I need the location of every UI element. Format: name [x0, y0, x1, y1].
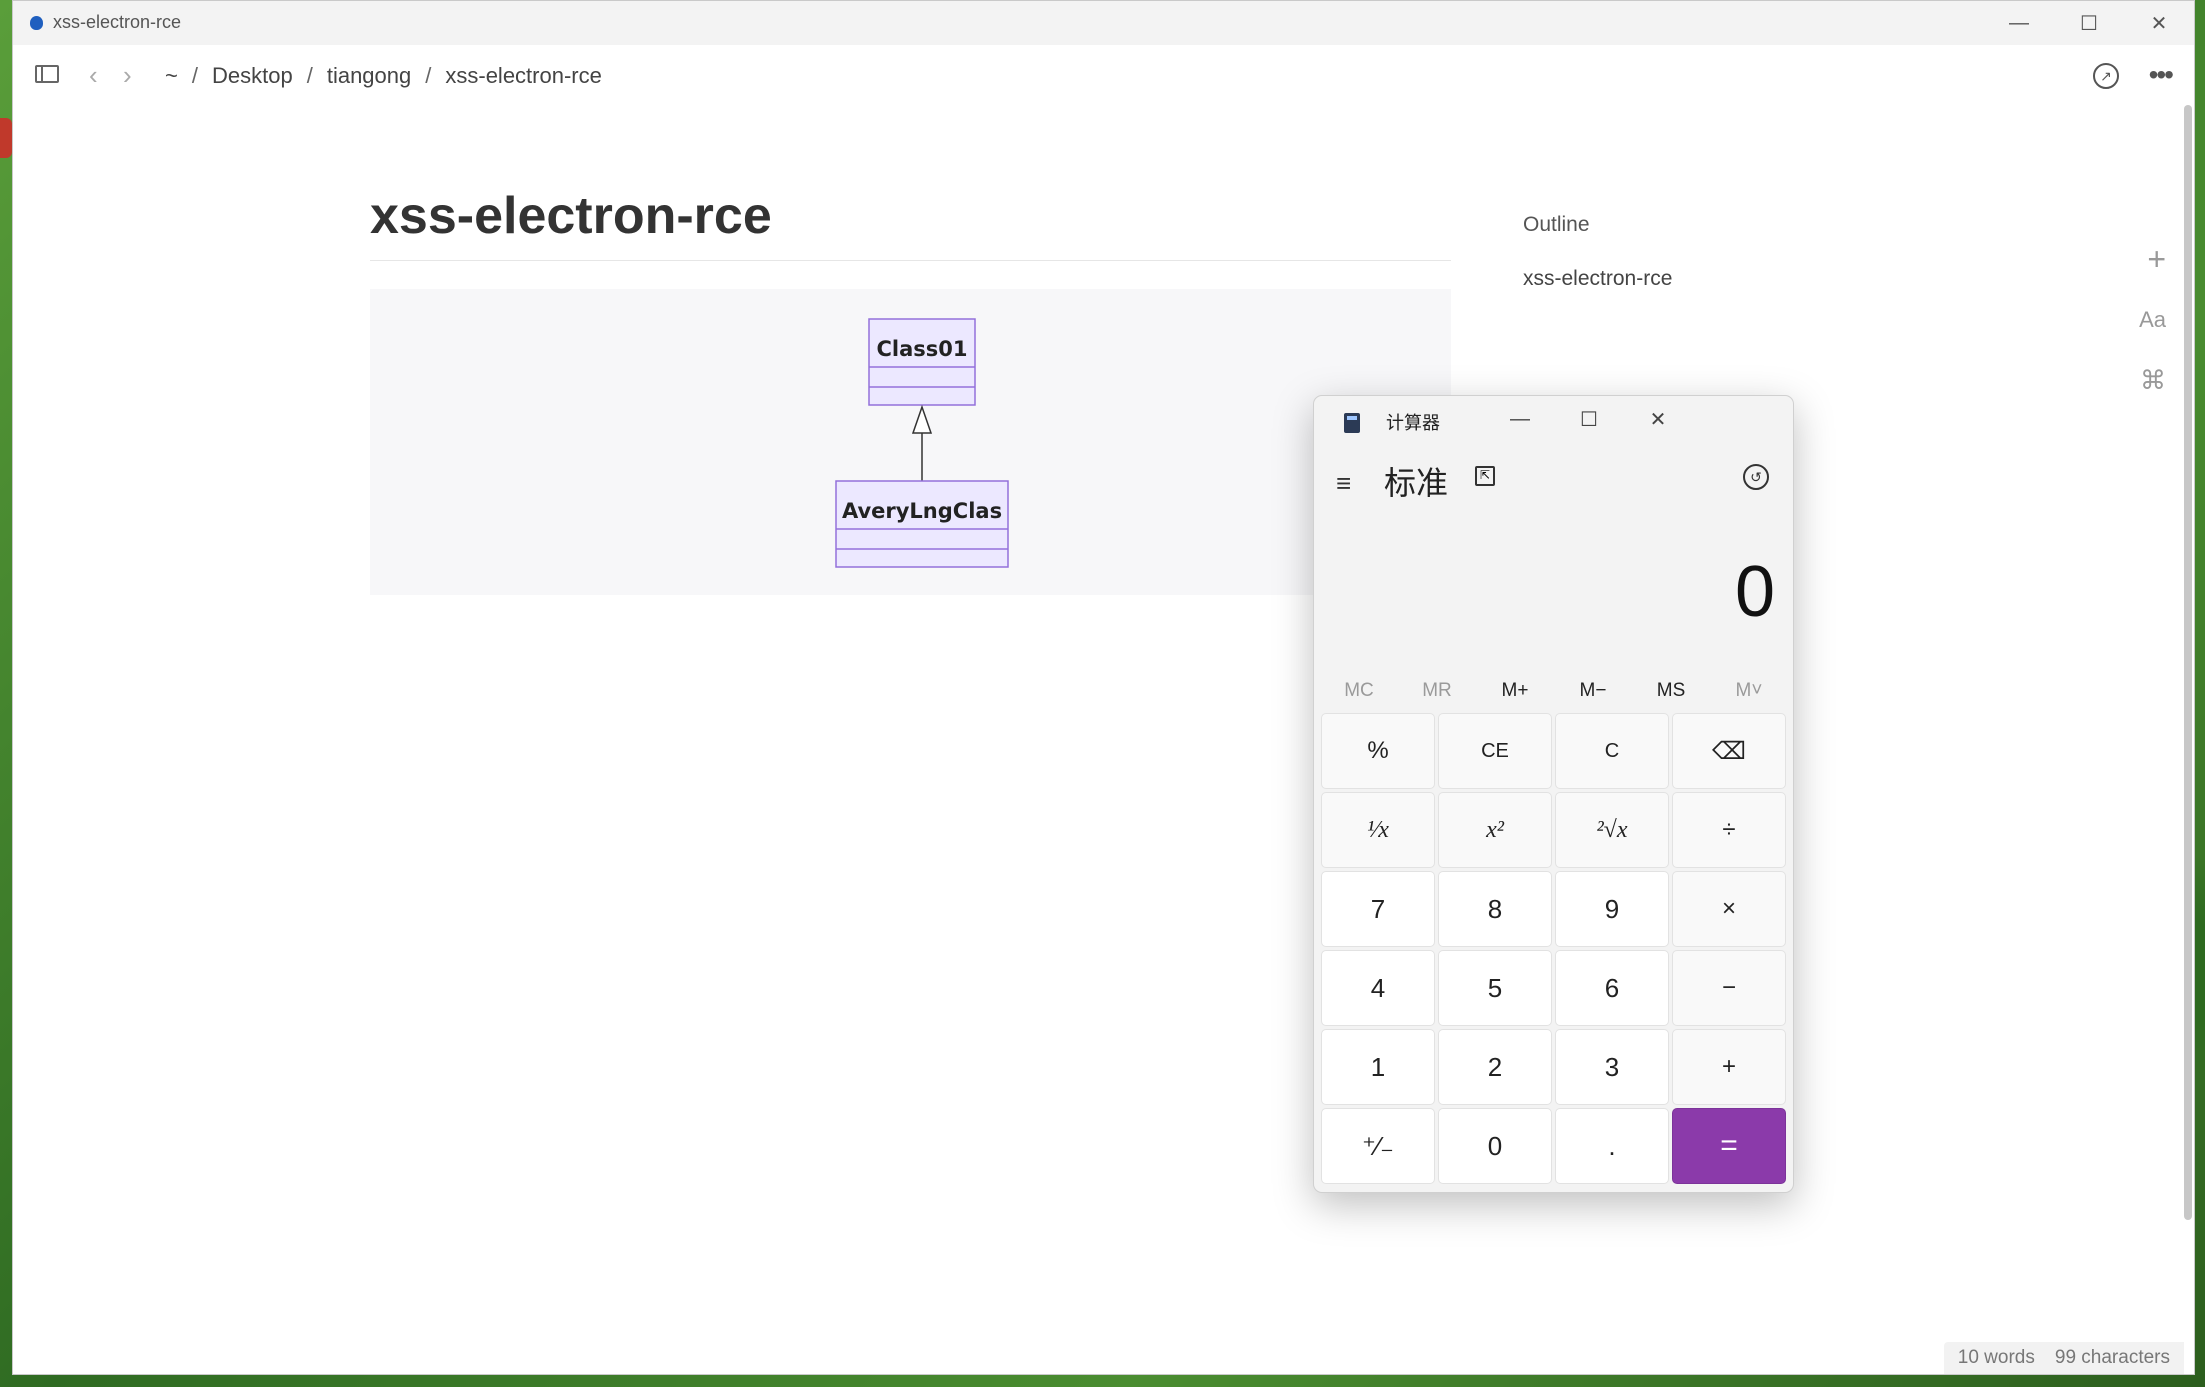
- digit-3-button[interactable]: 3: [1555, 1029, 1669, 1105]
- class-name-parent: Class01: [876, 337, 967, 361]
- multiply-button[interactable]: ×: [1672, 871, 1786, 947]
- outline-item[interactable]: xss-electron-rce: [1523, 267, 1672, 291]
- memory-subtract-button[interactable]: M−: [1554, 671, 1632, 711]
- memory-store-button[interactable]: MS: [1632, 671, 1710, 711]
- memory-add-button[interactable]: M+: [1476, 671, 1554, 711]
- breadcrumb-separator: /: [191, 63, 198, 88]
- digit-1-button[interactable]: 1: [1321, 1029, 1435, 1105]
- typora-app-icon: [30, 16, 43, 30]
- class-diagram-svg: Class01 AveryLngClas: [835, 318, 1009, 568]
- calculator-minimize-button[interactable]: —: [1500, 404, 1540, 434]
- inheritance-arrow: [911, 404, 933, 481]
- digit-5-button[interactable]: 5: [1438, 950, 1552, 1026]
- percent-button[interactable]: %: [1321, 713, 1435, 789]
- back-arrow-icon[interactable]: ‹: [89, 60, 98, 91]
- history-icon[interactable]: ↺: [1743, 464, 1769, 490]
- calculator-mode-label: 标准: [1384, 465, 1449, 501]
- class-box-parent: Class01: [868, 318, 976, 406]
- calculator-display: 0: [1734, 552, 1775, 632]
- breadcrumb-current-file[interactable]: xss-electron-rce: [445, 63, 601, 89]
- clear-entry-button[interactable]: CE: [1438, 713, 1552, 789]
- minimize-button[interactable]: —: [1984, 1, 2054, 45]
- breadcrumb-separator: /: [306, 63, 313, 88]
- digit-2-button[interactable]: 2: [1438, 1029, 1552, 1105]
- breadcrumb-separator: /: [425, 63, 432, 88]
- more-options-icon[interactable]: •••: [2149, 59, 2174, 91]
- document-heading[interactable]: xss-electron-rce: [370, 186, 772, 246]
- breadcrumb-home[interactable]: ~: [165, 63, 178, 89]
- square-button[interactable]: x²: [1438, 792, 1552, 868]
- equals-button[interactable]: =: [1672, 1108, 1786, 1184]
- window-title: xss-electron-rce: [53, 12, 182, 32]
- digit-7-button[interactable]: 7: [1321, 871, 1435, 947]
- forward-arrow-icon[interactable]: ›: [123, 60, 132, 91]
- square-root-button[interactable]: ²√x: [1555, 792, 1669, 868]
- breadcrumb-desktop[interactable]: Desktop: [212, 63, 293, 89]
- desktop-icon-edge: [0, 118, 12, 158]
- share-icon[interactable]: ↗: [2093, 63, 2119, 89]
- scrollbar[interactable]: [2184, 105, 2192, 1220]
- digit-9-button[interactable]: 9: [1555, 871, 1669, 947]
- calculator-maximize-button[interactable]: ☐: [1569, 404, 1609, 434]
- sidebar-toggle-icon[interactable]: [35, 63, 63, 87]
- maximize-button[interactable]: ☐: [2054, 1, 2124, 45]
- plus-button[interactable]: +: [1672, 1029, 1786, 1105]
- mermaid-class-diagram[interactable]: Class01 AveryLngClas: [370, 289, 1451, 595]
- class-name-child: AveryLngClas: [842, 499, 1002, 523]
- memory-list-button[interactable]: M˅: [1710, 671, 1788, 711]
- calculator-app-icon: [1344, 413, 1360, 433]
- breadcrumb: ~ / Desktop / tiangong / xss-electron-rc…: [165, 63, 602, 89]
- calculator-close-button[interactable]: ✕: [1638, 404, 1678, 434]
- menu-icon[interactable]: ≡: [1336, 468, 1351, 499]
- memory-row: MC MR M+ M− MS M˅: [1320, 671, 1788, 711]
- minus-button[interactable]: −: [1672, 950, 1786, 1026]
- digit-0-button[interactable]: 0: [1438, 1108, 1552, 1184]
- class-box-child: AveryLngClas: [835, 480, 1009, 568]
- keep-on-top-icon[interactable]: ⇱: [1475, 466, 1495, 486]
- outline-heading: Outline: [1523, 213, 1590, 236]
- word-count[interactable]: 10 words: [1958, 1347, 2035, 1369]
- digit-6-button[interactable]: 6: [1555, 950, 1669, 1026]
- backspace-button[interactable]: ⌫: [1672, 713, 1786, 789]
- reciprocal-button[interactable]: ¹⁄x: [1321, 792, 1435, 868]
- breadcrumb-tiangong[interactable]: tiangong: [327, 63, 411, 89]
- command-icon[interactable]: ⌘: [2140, 365, 2166, 396]
- divide-button[interactable]: ÷: [1672, 792, 1786, 868]
- digit-8-button[interactable]: 8: [1438, 871, 1552, 947]
- status-bar: 10 words 99 characters: [1943, 1342, 2184, 1374]
- calculator-keypad: % CE C ⌫ ¹⁄x x² ²√x ÷ 7 8 9 × 4 5 6 − 1 …: [1321, 713, 1787, 1184]
- title-bar: xss-electron-rce — ☐ ✕: [13, 1, 2194, 45]
- negate-button[interactable]: ⁺⁄₋: [1321, 1108, 1435, 1184]
- calculator-window: 计算器 — ☐ ✕ ≡ 标准 ⇱ ↺ 0 MC MR M+ M− MS M˅ %…: [1313, 395, 1794, 1193]
- typora-window: xss-electron-rce — ☐ ✕ ‹ › ~ / Desktop /…: [12, 0, 2195, 1375]
- close-button[interactable]: ✕: [2124, 1, 2194, 45]
- calculator-title: 计算器: [1386, 413, 1440, 433]
- decimal-button[interactable]: .: [1555, 1108, 1669, 1184]
- navigation-bar: ‹ › ~ / Desktop / tiangong / xss-electro…: [13, 45, 2194, 107]
- heading-divider: [370, 260, 1451, 261]
- memory-clear-button[interactable]: MC: [1320, 671, 1398, 711]
- plus-icon[interactable]: +: [2147, 241, 2166, 278]
- font-settings-icon[interactable]: Aa: [2139, 307, 2166, 333]
- character-count[interactable]: 99 characters: [2055, 1347, 2170, 1369]
- memory-recall-button[interactable]: MR: [1398, 671, 1476, 711]
- digit-4-button[interactable]: 4: [1321, 950, 1435, 1026]
- clear-button[interactable]: C: [1555, 713, 1669, 789]
